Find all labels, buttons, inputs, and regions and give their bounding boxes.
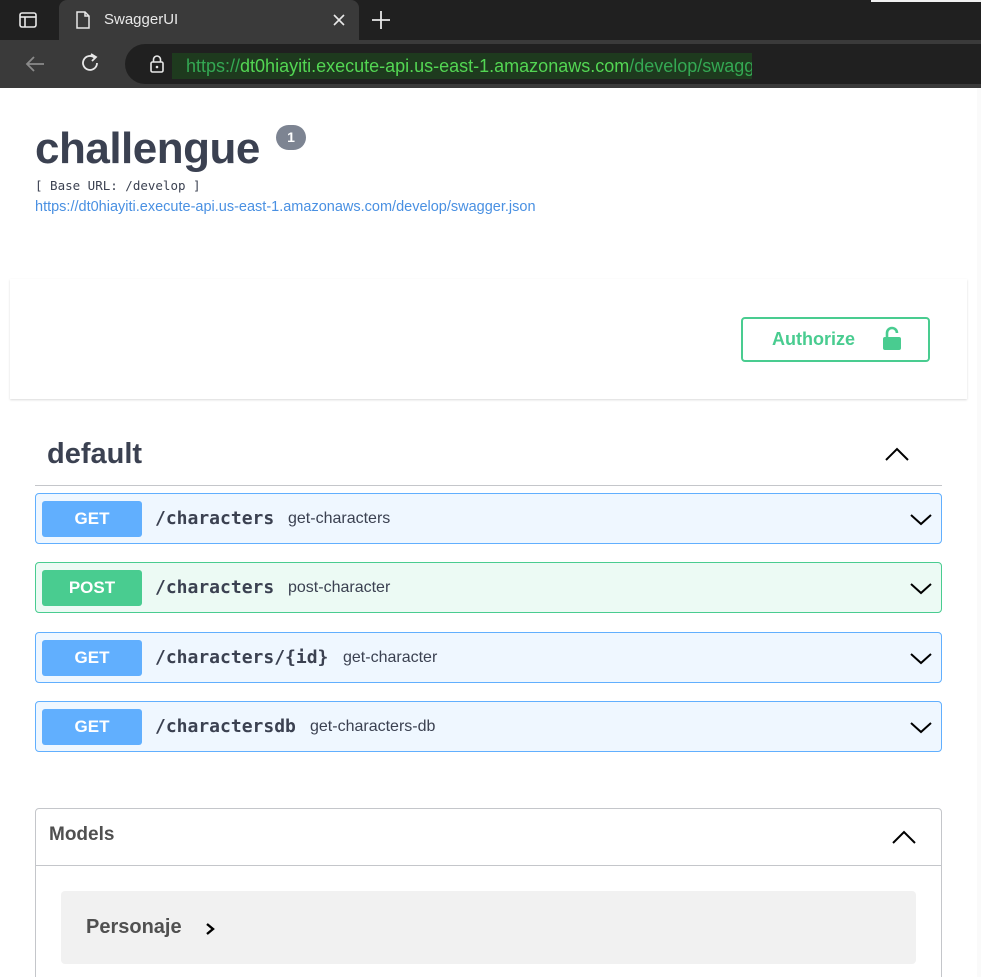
authorize-button[interactable]: Authorize — [741, 317, 930, 362]
url-scheme: https:// — [186, 56, 241, 76]
model-personaje[interactable]: Personaje — [61, 891, 916, 964]
method-badge: GET — [42, 640, 142, 676]
chevron-up-icon[interactable] — [883, 444, 911, 464]
base-url: [ Base URL: /develop ] — [35, 178, 201, 193]
browser-tab-bar: SwaggerUI — [0, 0, 981, 40]
models-title: Models — [49, 824, 115, 845]
address-bar: https://dt0hiayiti.execute-api.us-east-1… — [0, 40, 981, 88]
chevron-down-icon[interactable] — [909, 717, 933, 737]
close-icon[interactable] — [331, 12, 347, 28]
models-header[interactable]: Models — [36, 809, 941, 866]
operation-summary: get-characters — [288, 510, 391, 527]
operation-path: /charactersdb — [155, 716, 296, 737]
url-text[interactable]: https://dt0hiayiti.execute-api.us-east-1… — [172, 53, 752, 79]
operation-post-character[interactable]: POST /characters post-character — [35, 562, 942, 613]
browser-tab[interactable]: SwaggerUI — [59, 0, 359, 40]
operation-path: /characters — [155, 577, 275, 598]
chevron-up-icon[interactable] — [890, 827, 918, 847]
sidebar-icon[interactable] — [18, 10, 38, 30]
chevron-down-icon[interactable] — [909, 578, 933, 598]
models-section: Models Personaje — [35, 808, 942, 977]
authorize-label: Authorize — [772, 329, 855, 349]
spec-link[interactable]: https://dt0hiayiti.execute-api.us-east-1… — [35, 199, 536, 215]
operation-path: /characters — [155, 508, 275, 529]
tab-title: SwaggerUI — [104, 11, 179, 28]
api-title: challengue — [35, 124, 260, 173]
operation-summary: get-character — [343, 649, 438, 666]
lock-icon[interactable] — [149, 54, 165, 74]
operation-get-character[interactable]: GET /characters/{id} get-character — [35, 632, 942, 683]
scheme-container: Authorize — [10, 279, 967, 399]
url-host: dt0hiayiti.execute-api.us-east-1.amazona… — [240, 56, 630, 76]
operation-summary: get-characters-db — [310, 718, 436, 735]
method-badge: POST — [42, 570, 142, 606]
method-badge: GET — [42, 709, 142, 745]
swagger-page: challengue 1 [ Base URL: /develop ] http… — [0, 88, 981, 977]
chevron-down-icon[interactable] — [909, 648, 933, 668]
document-icon — [75, 11, 91, 29]
method-badge: GET — [42, 501, 142, 537]
operation-path: /characters/{id} — [155, 647, 329, 668]
chevron-right-icon[interactable] — [204, 922, 216, 936]
operation-summary: post-character — [288, 579, 391, 596]
page-edge — [977, 88, 981, 977]
model-name: Personaje — [86, 916, 182, 938]
window-edge — [871, 0, 981, 2]
chevron-down-icon[interactable] — [909, 509, 933, 529]
back-arrow-icon[interactable] — [24, 53, 46, 75]
reload-icon[interactable] — [79, 52, 101, 74]
operation-get-characters[interactable]: GET /characters get-characters — [35, 493, 942, 544]
unlock-icon — [881, 326, 903, 352]
version-badge: 1 — [276, 125, 306, 150]
url-path: /develop/swagger — [629, 56, 752, 76]
tag-name: default — [47, 438, 143, 470]
operation-get-characters-db[interactable]: GET /charactersdb get-characters-db — [35, 701, 942, 752]
plus-icon[interactable] — [370, 9, 392, 31]
tag-section-default[interactable]: default — [35, 426, 942, 486]
